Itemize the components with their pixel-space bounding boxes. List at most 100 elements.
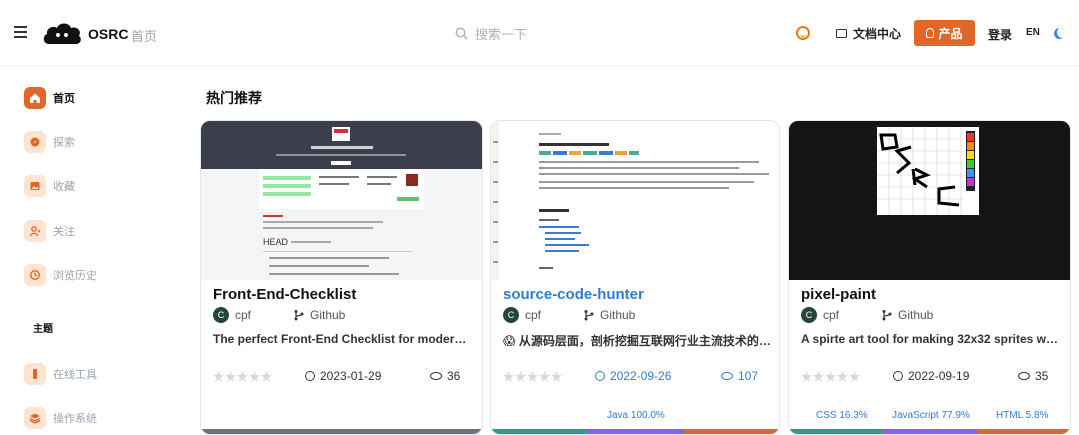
star-icon[interactable]: [551, 371, 562, 382]
repo-description: A spirte art tool for making 32x32 sprit…: [801, 332, 1061, 346]
star-icon[interactable]: [503, 371, 514, 382]
osrc-logo-icon[interactable]: [41, 20, 83, 48]
sidebar-item-home[interactable]: 首页: [24, 87, 75, 109]
star-icon[interactable]: [837, 371, 848, 382]
star-icon[interactable]: [213, 371, 224, 382]
repo-views-value: 107: [738, 369, 759, 383]
language-stat: CSS 16.3%: [816, 410, 868, 421]
repo-date-value: 2022-09-26: [610, 369, 672, 383]
language-name: JavaScript: [892, 410, 939, 421]
feedback-smiley-icon[interactable]: [796, 26, 810, 40]
author-avatar[interactable]: C: [503, 307, 519, 323]
rating-stars[interactable]: [801, 371, 860, 382]
sidebar: 首页 探索 收藏 关注 浏览历史 主题 在线工具 操作系统: [0, 66, 180, 435]
star-icon[interactable]: [813, 371, 824, 382]
star-icon[interactable]: [527, 371, 538, 382]
repo-views-value: 36: [447, 369, 461, 383]
repo-title[interactable]: pixel-paint: [801, 286, 876, 303]
repo-source: Github: [600, 308, 636, 322]
sidebar-item-label: 浏览历史: [53, 270, 97, 282]
star-icon[interactable]: [825, 371, 836, 382]
repo-meta: C cpf Github: [503, 307, 635, 323]
sidebar-item-label: 关注: [53, 226, 75, 238]
git-branch-icon: [294, 310, 304, 321]
docs-center-link[interactable]: 文档中心: [836, 24, 901, 42]
login-link[interactable]: 登录: [988, 26, 1012, 43]
author-name[interactable]: cpf: [235, 308, 293, 322]
eye-icon: [721, 372, 733, 380]
product-label: 产品: [938, 26, 963, 41]
repo-card[interactable]: pixel-paint C cpf Github A spirte art to…: [788, 120, 1071, 435]
tool-icon: [24, 363, 46, 385]
language-stat: HTML 5.8%: [996, 410, 1048, 421]
git-branch-icon: [882, 310, 892, 321]
history-icon: [24, 264, 46, 286]
language-name: Java: [607, 410, 629, 421]
top-navigation-bar: OSRC 首页 文档中心 产品 登录 EN: [0, 0, 1079, 66]
star-icon[interactable]: [237, 371, 248, 382]
search-input[interactable]: [475, 24, 585, 44]
language-stats: CSS 16.3% JavaScript 77.9% HTML 5.8%: [789, 407, 1070, 423]
monitor-icon: [836, 28, 847, 38]
brand-name[interactable]: OSRC: [88, 26, 128, 42]
author-name[interactable]: cpf: [525, 308, 583, 322]
language-name: CSS: [816, 410, 837, 421]
topics-section-title: 主题: [33, 324, 53, 335]
repo-date-value: 2023-01-29: [320, 369, 382, 383]
clock-icon: [305, 371, 315, 381]
rating-stars[interactable]: [213, 371, 272, 382]
language-bar: [491, 429, 779, 434]
repo-title[interactable]: Front-End-Checklist: [213, 286, 356, 303]
image-icon: [24, 175, 46, 197]
star-icon[interactable]: [849, 371, 860, 382]
star-icon[interactable]: [225, 371, 236, 382]
sidebar-item-explore[interactable]: 探索: [24, 131, 75, 153]
sidebar-item-label: 在线工具: [53, 369, 97, 381]
language-percent: 100.0%: [630, 410, 665, 421]
language-stat: Java 100.0%: [607, 410, 665, 421]
star-icon[interactable]: [261, 371, 272, 382]
repo-title[interactable]: source-code-hunter: [503, 286, 644, 303]
star-icon[interactable]: [539, 371, 550, 382]
repo-preview-image: [789, 121, 1070, 280]
repo-description: The perfect Front-End Checklist for mode…: [213, 332, 473, 346]
rating-stars[interactable]: [503, 371, 562, 382]
repo-views-value: 35: [1035, 369, 1049, 383]
search-box[interactable]: [455, 22, 585, 46]
hot-recommendations-title: 热门推荐: [206, 90, 262, 106]
repo-views: 36: [430, 369, 460, 383]
repo-date: 2022-09-19: [893, 369, 969, 383]
star-icon[interactable]: [515, 371, 526, 382]
star-icon[interactable]: [249, 371, 260, 382]
breadcrumb: 首页: [131, 29, 158, 44]
sidebar-item-history[interactable]: 浏览历史: [24, 264, 97, 286]
repo-meta: C cpf Github: [213, 307, 345, 323]
sidebar-item-online-tools[interactable]: 在线工具: [24, 363, 97, 385]
repo-date: 2022-09-26: [595, 369, 671, 383]
author-avatar[interactable]: C: [801, 307, 817, 323]
hamburger-menu-icon[interactable]: [14, 26, 27, 39]
sidebar-item-following[interactable]: 关注: [24, 220, 75, 242]
follow-icon: [24, 220, 46, 242]
sidebar-item-favorites[interactable]: 收藏: [24, 175, 75, 197]
sidebar-item-operating-systems[interactable]: 操作系统: [24, 407, 97, 429]
language-percent: 77.9%: [941, 410, 970, 421]
repo-card[interactable]: source-code-hunter C cpf Github 😱 从源码层面，…: [490, 120, 780, 435]
dark-mode-moon-icon[interactable]: [1057, 27, 1068, 38]
docs-center-label: 文档中心: [853, 26, 902, 41]
author-name[interactable]: cpf: [823, 308, 881, 322]
home-icon: [24, 87, 46, 109]
language-percent: 16.3%: [839, 410, 868, 421]
lightbulb-icon: [926, 28, 935, 38]
language-switch[interactable]: EN: [1026, 27, 1040, 38]
compass-icon: [24, 131, 46, 153]
sidebar-item-label: 首页: [53, 93, 75, 105]
author-avatar[interactable]: C: [213, 307, 229, 323]
star-icon[interactable]: [801, 371, 812, 382]
repo-card[interactable]: HEAD Front-End-Checklist C cpf Github Th…: [200, 120, 483, 435]
clock-icon: [595, 371, 605, 381]
search-icon: [455, 27, 468, 40]
language-bar: [201, 429, 482, 434]
language-percent: 5.8%: [1025, 410, 1049, 421]
product-button[interactable]: 产品: [914, 20, 975, 46]
